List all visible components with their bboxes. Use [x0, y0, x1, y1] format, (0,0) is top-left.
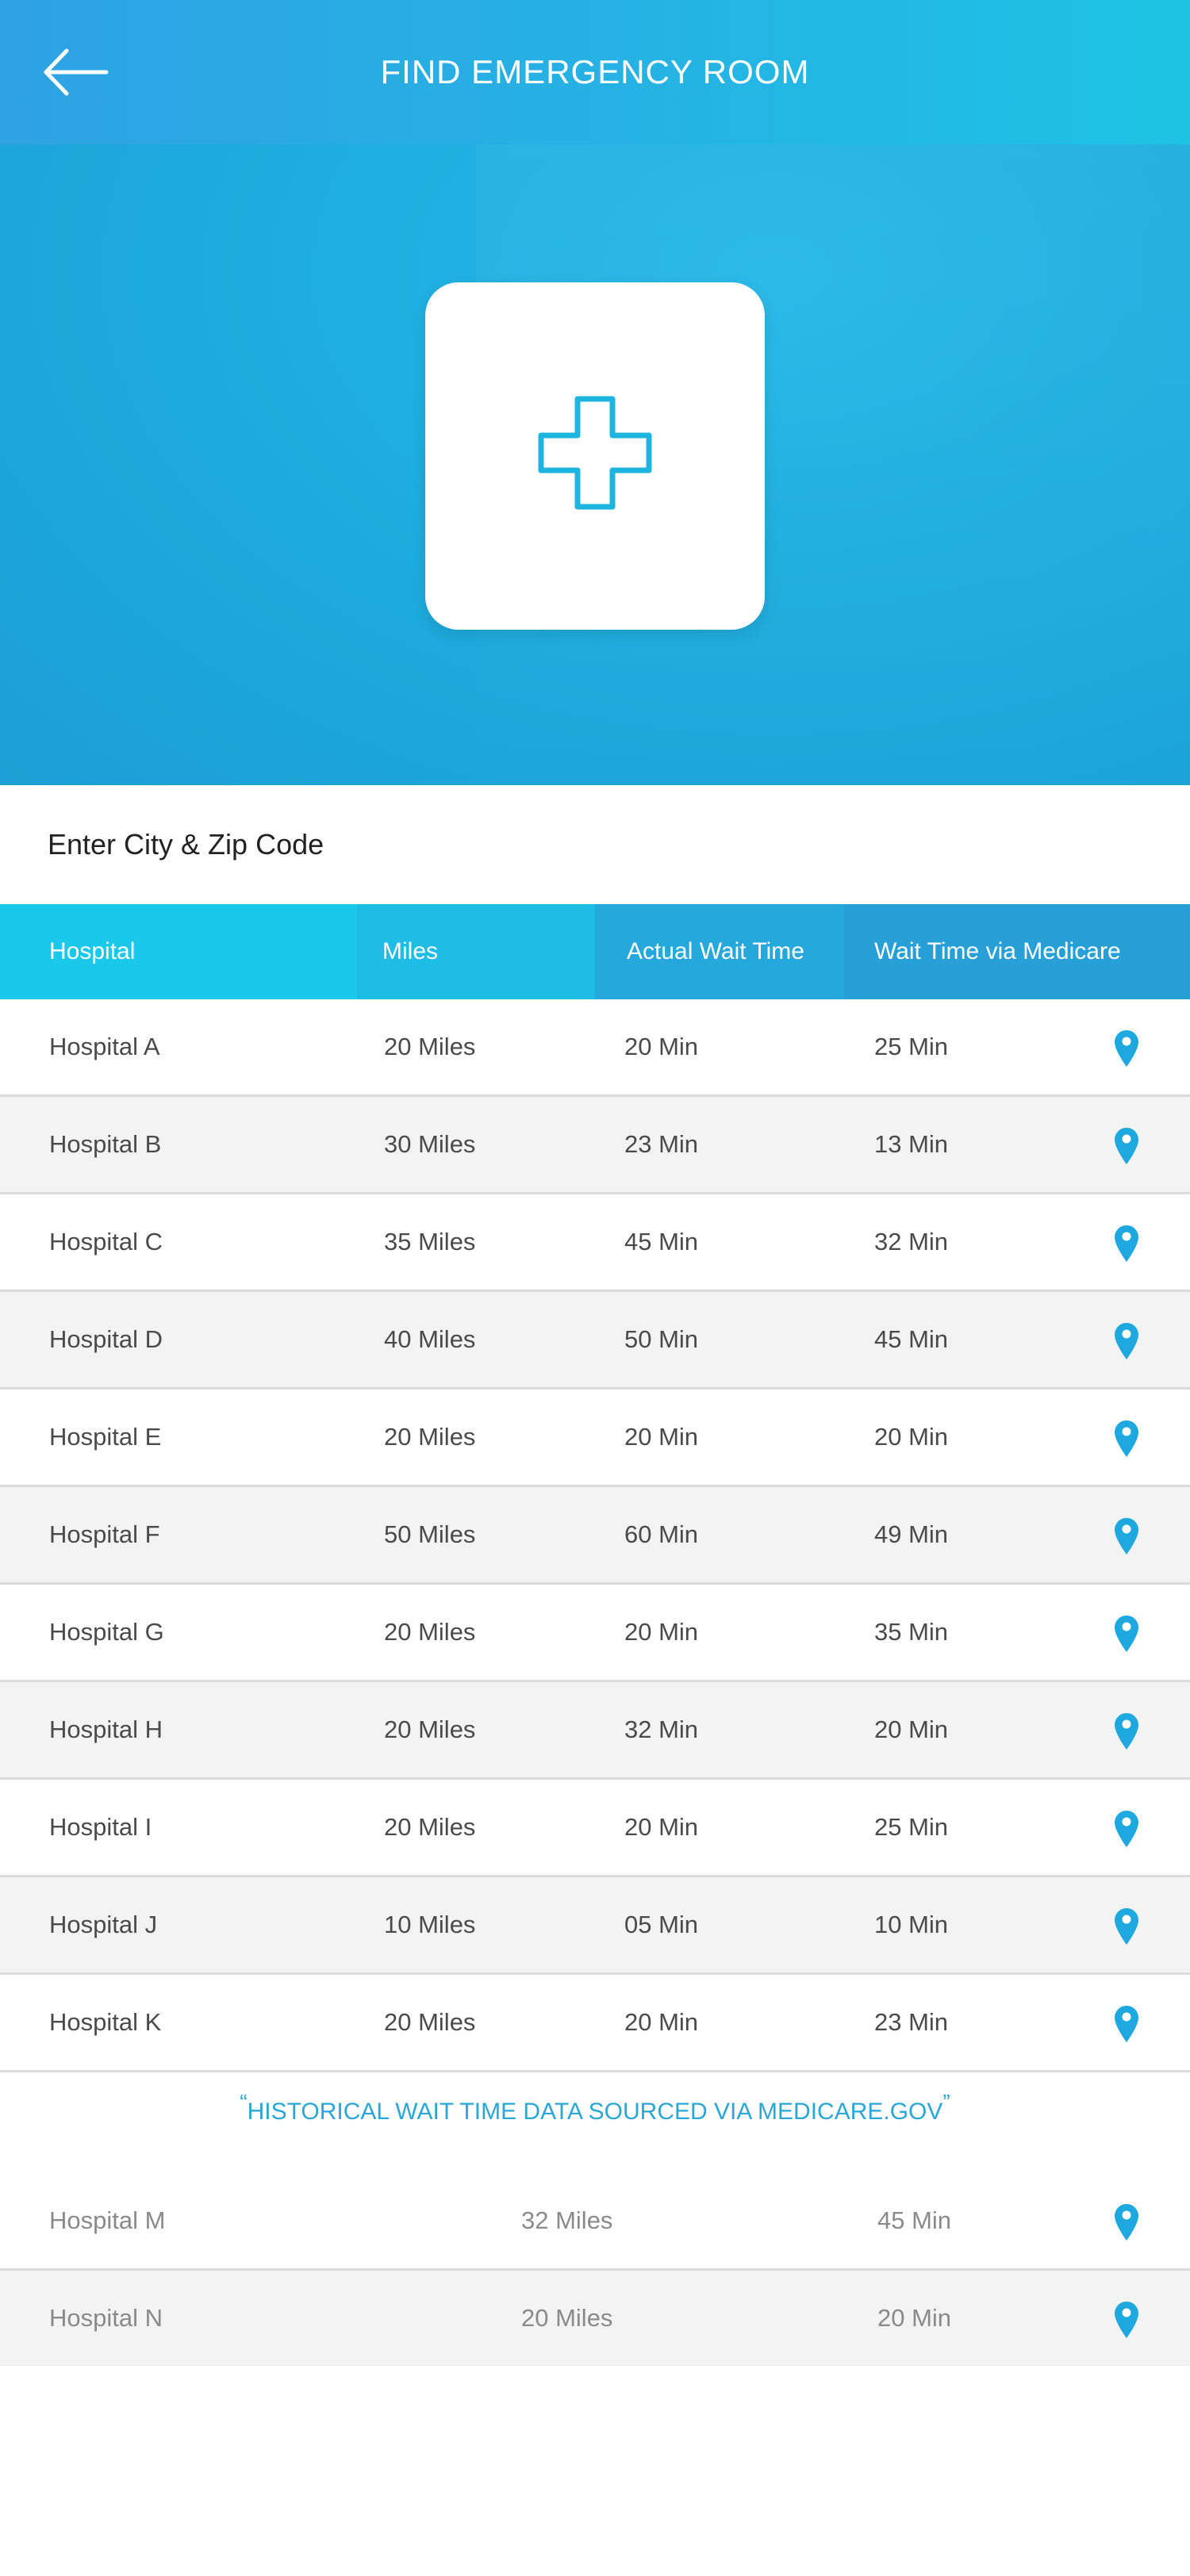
hospital-miles: 20 Miles [384, 1715, 476, 1743]
medicare-wait-time: 35 Min [874, 1618, 949, 1646]
medicare-wait-time: 45 Min [874, 1325, 949, 1353]
actual-wait-time: 20 Min [624, 1033, 699, 1060]
hospital-miles: 30 Miles [384, 1130, 476, 1158]
column-header-hospital-label: Hospital [49, 938, 136, 964]
hospital-name: Hospital H [49, 1715, 163, 1743]
actual-wait-time: 20 Min [624, 2008, 699, 2036]
hospital-miles: 20 Miles [384, 1033, 476, 1060]
actual-wait-time: 20 Min [624, 1423, 699, 1451]
map-pin-icon[interactable] [1114, 2005, 1139, 2043]
hospital-row[interactable]: Hospital B 30 Miles 23 Min 13 Min [0, 1097, 1190, 1194]
hospital-name: Hospital C [49, 1228, 163, 1255]
hospital-miles: 10 Miles [384, 1911, 476, 1938]
first-aid-card [425, 282, 765, 630]
map-pin-icon[interactable] [1114, 1322, 1139, 1360]
column-header-actual-wait-label: Actual Wait Time [627, 938, 804, 964]
hospital-row[interactable]: Hospital D 40 Miles 50 Min 45 Min [0, 1292, 1190, 1390]
column-header-hospital[interactable]: Hospital [0, 904, 357, 999]
wait-time: 45 Min [877, 2206, 952, 2234]
actual-wait-time: 23 Min [624, 1130, 699, 1158]
actual-wait-time: 20 Min [624, 1813, 699, 1841]
medicare-wait-time: 25 Min [874, 1813, 949, 1841]
map-pin-icon[interactable] [1114, 2203, 1139, 2241]
hospital-miles: 20 Miles [384, 2008, 476, 2036]
actual-wait-time: 32 Min [624, 1715, 699, 1743]
hospital-row[interactable]: Hospital J 10 Miles 05 Min 10 Min [0, 1877, 1190, 1975]
hospital-row[interactable]: Hospital N 20 Miles 20 Min [0, 2271, 1190, 2366]
medicare-wait-time: 25 Min [874, 1033, 949, 1060]
open-quote: “ [240, 2090, 248, 2114]
hospital-name: Hospital M [49, 2206, 166, 2234]
map-pin-icon[interactable] [1114, 1225, 1139, 1263]
medicare-wait-time: 10 Min [874, 1911, 949, 1938]
hospital-row[interactable]: Hospital G 20 Miles 20 Min 35 Min [0, 1585, 1190, 1682]
hospital-row[interactable]: Hospital H 20 Miles 32 Min 20 Min [0, 1682, 1190, 1780]
secondary-hospital-list: Hospital M 32 Miles 45 Min Hospital N 20… [0, 2173, 1190, 2366]
city-zip-search-input[interactable] [48, 817, 1142, 872]
hospital-miles: 20 Miles [521, 2304, 613, 2332]
hospital-row[interactable]: Hospital A 20 Miles 20 Min 25 Min [0, 999, 1190, 1097]
actual-wait-time: 05 Min [624, 1911, 699, 1938]
column-header-medicare-wait[interactable]: Wait Time via Medicare [844, 904, 1190, 999]
column-header-miles-label: Miles [382, 938, 439, 964]
map-pin-icon[interactable] [1114, 1907, 1139, 1945]
hospital-miles: 40 Miles [384, 1325, 476, 1353]
medicare-wait-time: 20 Min [874, 1715, 949, 1743]
medicare-wait-time: 32 Min [874, 1228, 949, 1255]
column-header-actual-wait[interactable]: Actual Wait Time [595, 904, 844, 999]
hospital-miles: 35 Miles [384, 1228, 476, 1255]
hospital-row[interactable]: Hospital C 35 Miles 45 Min 32 Min [0, 1194, 1190, 1292]
medicare-wait-time: 20 Min [874, 1423, 949, 1451]
map-pin-icon[interactable] [1114, 2301, 1139, 2339]
hospital-name: Hospital B [49, 1130, 162, 1158]
wait-time: 20 Min [877, 2304, 952, 2332]
map-pin-icon[interactable] [1114, 1029, 1139, 1068]
hospital-miles: 20 Miles [384, 1813, 476, 1841]
map-pin-icon[interactable] [1114, 1810, 1139, 1848]
hospital-row[interactable]: Hospital K 20 Miles 20 Min 23 Min [0, 1975, 1190, 2072]
search-section [0, 785, 1190, 904]
hospital-name: Hospital D [49, 1325, 163, 1353]
hospital-name: Hospital F [49, 1520, 160, 1548]
hospital-miles: 20 Miles [384, 1618, 476, 1646]
hospital-miles: 50 Miles [384, 1520, 476, 1548]
hospital-row[interactable]: Hospital E 20 Miles 20 Min 20 Min [0, 1390, 1190, 1487]
page-title: FIND EMERGENCY ROOM [380, 53, 810, 90]
hospital-miles: 20 Miles [384, 1423, 476, 1451]
map-pin-icon[interactable] [1114, 1420, 1139, 1458]
top-bar: FIND EMERGENCY ROOM [0, 0, 1190, 144]
hospital-list: Hospital A 20 Miles 20 Min 25 Min Hospit… [0, 999, 1190, 2072]
hospital-row[interactable]: Hospital F 50 Miles 60 Min 49 Min [0, 1487, 1190, 1585]
hospital-row[interactable]: Hospital I 20 Miles 20 Min 25 Min [0, 1780, 1190, 1877]
actual-wait-time: 20 Min [624, 1618, 699, 1646]
hero-banner [0, 144, 1190, 785]
actual-wait-time: 50 Min [624, 1325, 699, 1353]
hospital-name: Hospital A [49, 1033, 160, 1060]
hospital-name: Hospital I [49, 1813, 152, 1841]
hospital-name: Hospital J [49, 1911, 158, 1938]
medicare-wait-time: 13 Min [874, 1130, 949, 1158]
hospital-name: Hospital K [49, 2008, 162, 2036]
hospital-name: Hospital E [49, 1423, 162, 1451]
actual-wait-time: 45 Min [624, 1228, 699, 1255]
column-header-medicare-wait-label: Wait Time via Medicare [874, 938, 1121, 964]
map-pin-icon[interactable] [1114, 1127, 1139, 1165]
data-source-text: HISTORICAL WAIT TIME DATA SOURCED VIA ME… [247, 2099, 943, 2125]
table-header: Hospital Miles Actual Wait Time Wait Tim… [0, 904, 1190, 999]
medicare-wait-time: 49 Min [874, 1520, 949, 1548]
map-pin-icon[interactable] [1114, 1712, 1139, 1750]
hospital-name: Hospital G [49, 1618, 164, 1646]
map-pin-icon[interactable] [1114, 1615, 1139, 1653]
hospital-name: Hospital N [49, 2304, 163, 2332]
data-source-note: “HISTORICAL WAIT TIME DATA SOURCED VIA M… [0, 2076, 1190, 2148]
map-pin-icon[interactable] [1114, 1517, 1139, 1555]
hospital-miles: 32 Miles [521, 2206, 613, 2234]
actual-wait-time: 60 Min [624, 1520, 699, 1548]
medical-cross-icon [538, 396, 652, 510]
close-quote: ” [942, 2090, 950, 2114]
column-header-miles[interactable]: Miles [357, 904, 595, 999]
hospital-row[interactable]: Hospital M 32 Miles 45 Min [0, 2173, 1190, 2271]
medicare-wait-time: 23 Min [874, 2008, 949, 2036]
